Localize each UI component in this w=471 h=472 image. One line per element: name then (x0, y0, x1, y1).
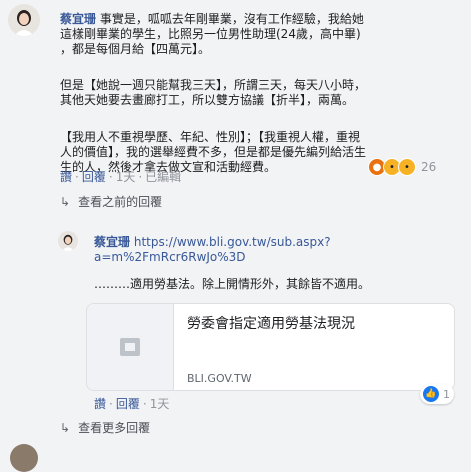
reply-url-link[interactable]: https://www.bli.gov.tw/sub.aspx? (134, 235, 331, 249)
comment-actions: 讚 · 回覆 · 1天 · 已編輯 (60, 170, 182, 184)
reply-actions: 讚 · 回覆 · 1天 (94, 397, 170, 411)
view-more-replies[interactable]: ↳ 查看更多回覆 (60, 419, 150, 436)
reply-avatar[interactable] (58, 231, 78, 251)
comment-author-link[interactable]: 蔡宜珊 (60, 12, 96, 26)
timestamp[interactable]: 1天 (116, 170, 136, 184)
commenter-avatar[interactable] (8, 4, 40, 36)
avatar-photo-icon (58, 231, 78, 251)
link-thumbnail (87, 304, 174, 390)
reply-author-link[interactable]: 蔡宜珊 (94, 235, 130, 249)
reply-text: ………適用勞基法。除上開情形外，其餘皆不適用。 (94, 277, 371, 291)
reply-url-link-cont[interactable]: a=m%2FmRcr6RwJo%3D (94, 250, 424, 265)
like-link[interactable]: 讚 (94, 397, 106, 411)
reply-arrow-icon: ↳ (60, 420, 71, 435)
link-title[interactable]: 勞委會指定適用勞基法現況 (187, 313, 355, 333)
like-link[interactable]: 讚 (60, 170, 72, 184)
haha-reaction-icon: • (398, 158, 416, 176)
like-reaction-icon: 👍 (422, 385, 440, 403)
next-commenter-avatar[interactable] (10, 444, 38, 472)
avatar-photo-icon (8, 4, 40, 36)
like-count: 1 (443, 387, 450, 401)
comment-body: 蔡宜珊 事實是，呱呱去年剛畢業，沒有工作經驗，我給她 這樣剛畢業的學生，比照另一… (60, 12, 432, 175)
comment-text-line: 但是【她說一週只能幫我三天】，所謂三天，每天八小時， (60, 78, 367, 92)
view-previous-label: 查看之前的回覆 (78, 195, 163, 209)
image-placeholder-icon (120, 338, 140, 356)
link-preview-card[interactable]: 勞委會指定適用勞基法現況 BLI.GOV.TW (86, 303, 455, 391)
edited-label[interactable]: 已編輯 (145, 170, 181, 184)
reactions-summary[interactable]: ● • • 26 (368, 158, 436, 176)
link-domain: BLI.GOV.TW (187, 372, 252, 385)
comment-text-line: 這樣剛畢業的學生，比照另一位男性助理(24歲，高中畢) (60, 27, 361, 41)
comment-text-line: 事實是，呱呱去年剛畢業，沒有工作經驗，我給她 (96, 12, 364, 26)
reply-link[interactable]: 回覆 (82, 170, 106, 184)
reply-arrow-icon: ↳ (60, 194, 71, 209)
comment-text-line: ，都是每個月給【四萬元】。 (60, 42, 211, 56)
timestamp[interactable]: 1天 (150, 397, 170, 411)
reply-reactions[interactable]: 👍 1 (420, 384, 454, 404)
reply-body: 蔡宜珊 https://www.bli.gov.tw/sub.aspx? a=m… (94, 235, 424, 292)
view-previous-replies[interactable]: ↳ 查看之前的回覆 (60, 193, 162, 210)
comment-text-line: 【我用人不重視學歷、年紀、性別】；【我重視人權，重視 (60, 130, 361, 144)
comment-text-line: 其他天她要去畫廊打工，所以雙方協議【折半】，兩萬。 (60, 93, 355, 107)
view-more-label: 查看更多回覆 (78, 421, 151, 435)
reply-link[interactable]: 回覆 (116, 397, 140, 411)
reaction-count: 26 (421, 160, 437, 174)
